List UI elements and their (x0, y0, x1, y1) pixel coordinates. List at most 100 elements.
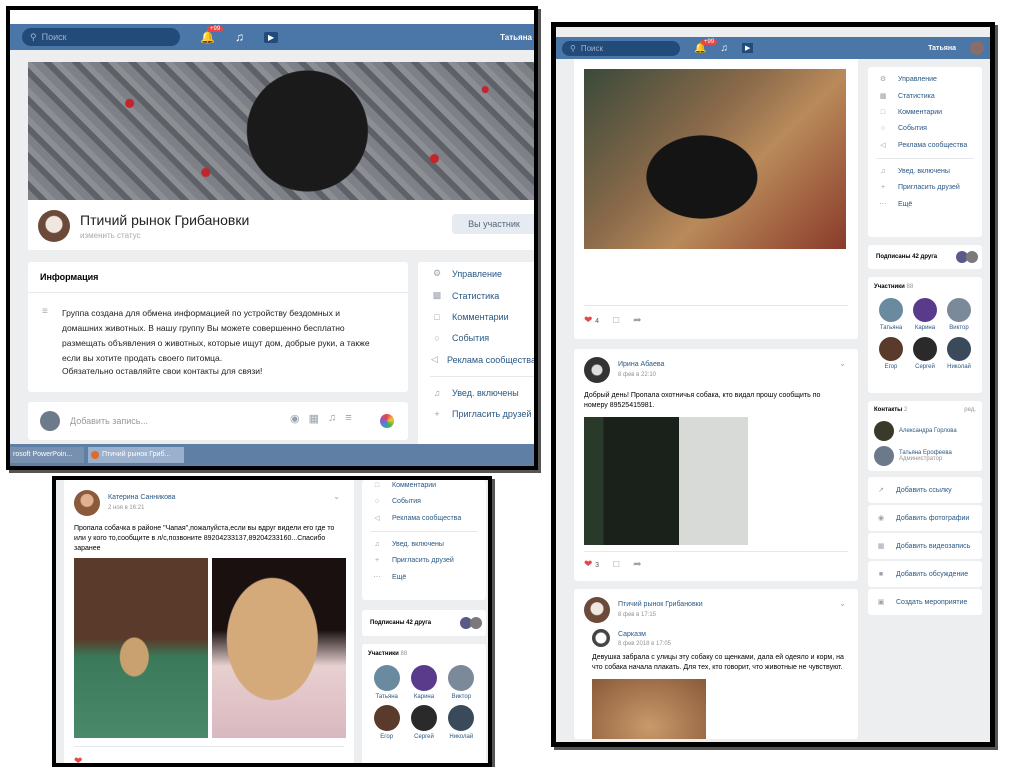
member-item[interactable]: Николай (942, 337, 976, 370)
post-menu-chevron-icon[interactable]: ⌄ (839, 359, 846, 368)
menu-more[interactable]: ⋯ Ещё (876, 200, 982, 209)
repost-author[interactable]: Сарказм (618, 631, 646, 638)
music-icon[interactable]: ♫ (235, 30, 244, 44)
group-avatar[interactable] (584, 597, 610, 623)
member-item[interactable]: Егор (874, 337, 908, 370)
menu-invite[interactable]: + Пригласить друзей (430, 409, 534, 419)
search-input[interactable]: ⚲ Поиск (22, 28, 180, 46)
author-avatar[interactable] (584, 357, 610, 383)
like-button[interactable]: ❤ 3 (584, 559, 599, 570)
create-event-button[interactable]: ▣ Создать мероприятие (868, 589, 982, 615)
menu-notifications[interactable]: ♫ Увед. включены (370, 541, 486, 548)
menu-notifications[interactable]: ♫ Увед. включены (430, 388, 534, 398)
composer-input[interactable]: Добавить запись... (70, 416, 148, 426)
menu-stats[interactable]: ▩ Статистика (876, 92, 982, 101)
notifications-icon[interactable]: 🔔 +99 (694, 38, 718, 54)
camera-icon[interactable]: ◉ (290, 412, 300, 425)
menu-events[interactable]: ○ События (876, 125, 982, 132)
comment-icon[interactable]: □ (613, 559, 619, 570)
members-title[interactable]: Участники (368, 651, 399, 657)
group-avatar[interactable] (38, 210, 70, 242)
article-icon[interactable]: ≡ (345, 412, 351, 425)
contact-item[interactable]: Александра Горлова (874, 421, 976, 441)
menu-stats[interactable]: ▩ Статистика (430, 290, 534, 301)
menu-more[interactable]: ⋯ Ещё (370, 573, 486, 582)
post-menu-chevron-icon[interactable]: ⌄ (333, 492, 340, 501)
post-date[interactable]: 2 ноя в 16:21 (108, 505, 144, 511)
video-icon[interactable]: ▶ (741, 43, 754, 53)
wall-post: ❤ 4 □ ➦ (574, 59, 858, 339)
menu-invite[interactable]: + Пригласить друзей (876, 184, 982, 191)
add-link-button[interactable]: ↗ Добавить ссылку (868, 477, 982, 503)
post-author[interactable]: Катерина Санникова (108, 494, 176, 501)
author-avatar[interactable] (74, 490, 100, 516)
menu-comments[interactable]: □ Комментарии (370, 482, 486, 489)
member-item[interactable]: Сергей (908, 337, 942, 370)
user-name[interactable]: Татьяна (500, 33, 534, 42)
video-attach-icon[interactable]: ▦ (309, 412, 319, 425)
member-avatar (373, 665, 400, 691)
menu-comments[interactable]: □ Комментарии (430, 312, 534, 322)
member-button[interactable]: Вы участник (452, 214, 534, 234)
music-icon[interactable]: ♫ (720, 43, 728, 54)
member-item[interactable]: Егор (368, 705, 405, 740)
comment-icon[interactable]: □ (613, 315, 619, 326)
member-item[interactable]: Сергей (405, 705, 442, 740)
events-icon: ○ (374, 498, 380, 505)
post-author[interactable]: Ирина Абаева (618, 361, 664, 368)
video-icon[interactable]: ▶ (263, 31, 279, 43)
menu-comments[interactable]: □ Комментарии (876, 109, 982, 116)
music-attach-icon[interactable]: ♫ (328, 412, 336, 425)
repost-date[interactable]: 8 фев 2018 в 17:05 (618, 641, 671, 647)
member-item[interactable]: Татьяна (368, 665, 405, 700)
post-author[interactable]: Птичий рынок Грибановки (618, 601, 703, 608)
share-icon[interactable]: ➦ (633, 559, 641, 570)
menu-manage[interactable]: ⚙ Управление (430, 268, 534, 279)
notifications-icon[interactable]: 🔔 +99 (200, 26, 224, 44)
friend-avatar (966, 251, 978, 263)
user-avatar[interactable] (970, 41, 984, 55)
friends-subscribed[interactable]: Подписаны 42 друга (868, 245, 982, 269)
post-date[interactable]: 8 фев в 22:10 (618, 372, 656, 378)
member-item[interactable]: Карина (908, 298, 942, 331)
member-item[interactable]: Николай (443, 705, 480, 740)
like-button[interactable]: ❤ 4 (584, 315, 599, 326)
add-discussion-button[interactable]: ■ Добавить обсуждение (868, 561, 982, 587)
menu-notifications[interactable]: ♫ Увед. включены (876, 168, 982, 175)
menu-ads[interactable]: ◁ Реклама сообщества (876, 141, 982, 150)
member-item[interactable]: Виктор (942, 298, 976, 331)
menu-invite[interactable]: + Пригласить друзей (370, 557, 486, 564)
post-date[interactable]: 8 фев в 17:15 (618, 612, 656, 618)
discussion-icon: ■ (878, 570, 884, 578)
share-icon[interactable]: ➦ (633, 315, 641, 326)
menu-ads[interactable]: ◁ Реклама сообщества (370, 514, 486, 523)
screenshot-lost-dog-post: Катерина Санникова 2 ноя в 16:21 ⌄ Пропа… (52, 476, 492, 767)
contacts-edit-link[interactable]: ред. (964, 407, 976, 413)
add-photos-button[interactable]: ◉ Добавить фотографии (868, 505, 982, 531)
contacts-title[interactable]: Контакты (874, 407, 902, 413)
megaphone-icon: ◁ (374, 515, 380, 522)
search-input[interactable]: ⚲ Поиск (562, 40, 680, 56)
add-video-button[interactable]: ▦ Добавить видеозапись (868, 533, 982, 559)
contact-item[interactable]: Татьяна Ерофеева Администратор (874, 446, 976, 466)
member-item[interactable]: Виктор (443, 665, 480, 700)
like-button[interactable]: ❤ (74, 756, 82, 763)
member-item[interactable]: Татьяна (874, 298, 908, 331)
menu-events[interactable]: ○ События (430, 333, 534, 343)
events-icon: ○ (880, 125, 886, 132)
repost-source-avatar[interactable] (592, 629, 610, 647)
menu-events[interactable]: ○ События (370, 498, 486, 505)
taskbar-item-powerpoint[interactable]: rosoft PowerPoin... (10, 447, 84, 463)
menu-manage[interactable]: ⚙ Управление (876, 75, 982, 84)
member-item[interactable]: Карина (405, 665, 442, 700)
post-menu-chevron-icon[interactable]: ⌄ (839, 599, 846, 608)
user-name[interactable]: Татьяна (928, 45, 956, 52)
taskbar-item-browser[interactable]: Птичий рынок Гриб... (88, 447, 184, 463)
change-status-link[interactable]: изменить статус (80, 231, 141, 240)
members-title[interactable]: Участники (874, 284, 905, 290)
color-picker-icon[interactable] (380, 414, 394, 428)
menu-ads[interactable]: ◁ Реклама сообщества (430, 354, 534, 365)
friends-subscribed[interactable]: Подписаны 42 друга (362, 610, 486, 636)
wall-post: Ирина Абаева 8 фев в 22:10 ⌄ Добрый день… (574, 349, 858, 581)
video-icon: ▦ (877, 543, 885, 550)
